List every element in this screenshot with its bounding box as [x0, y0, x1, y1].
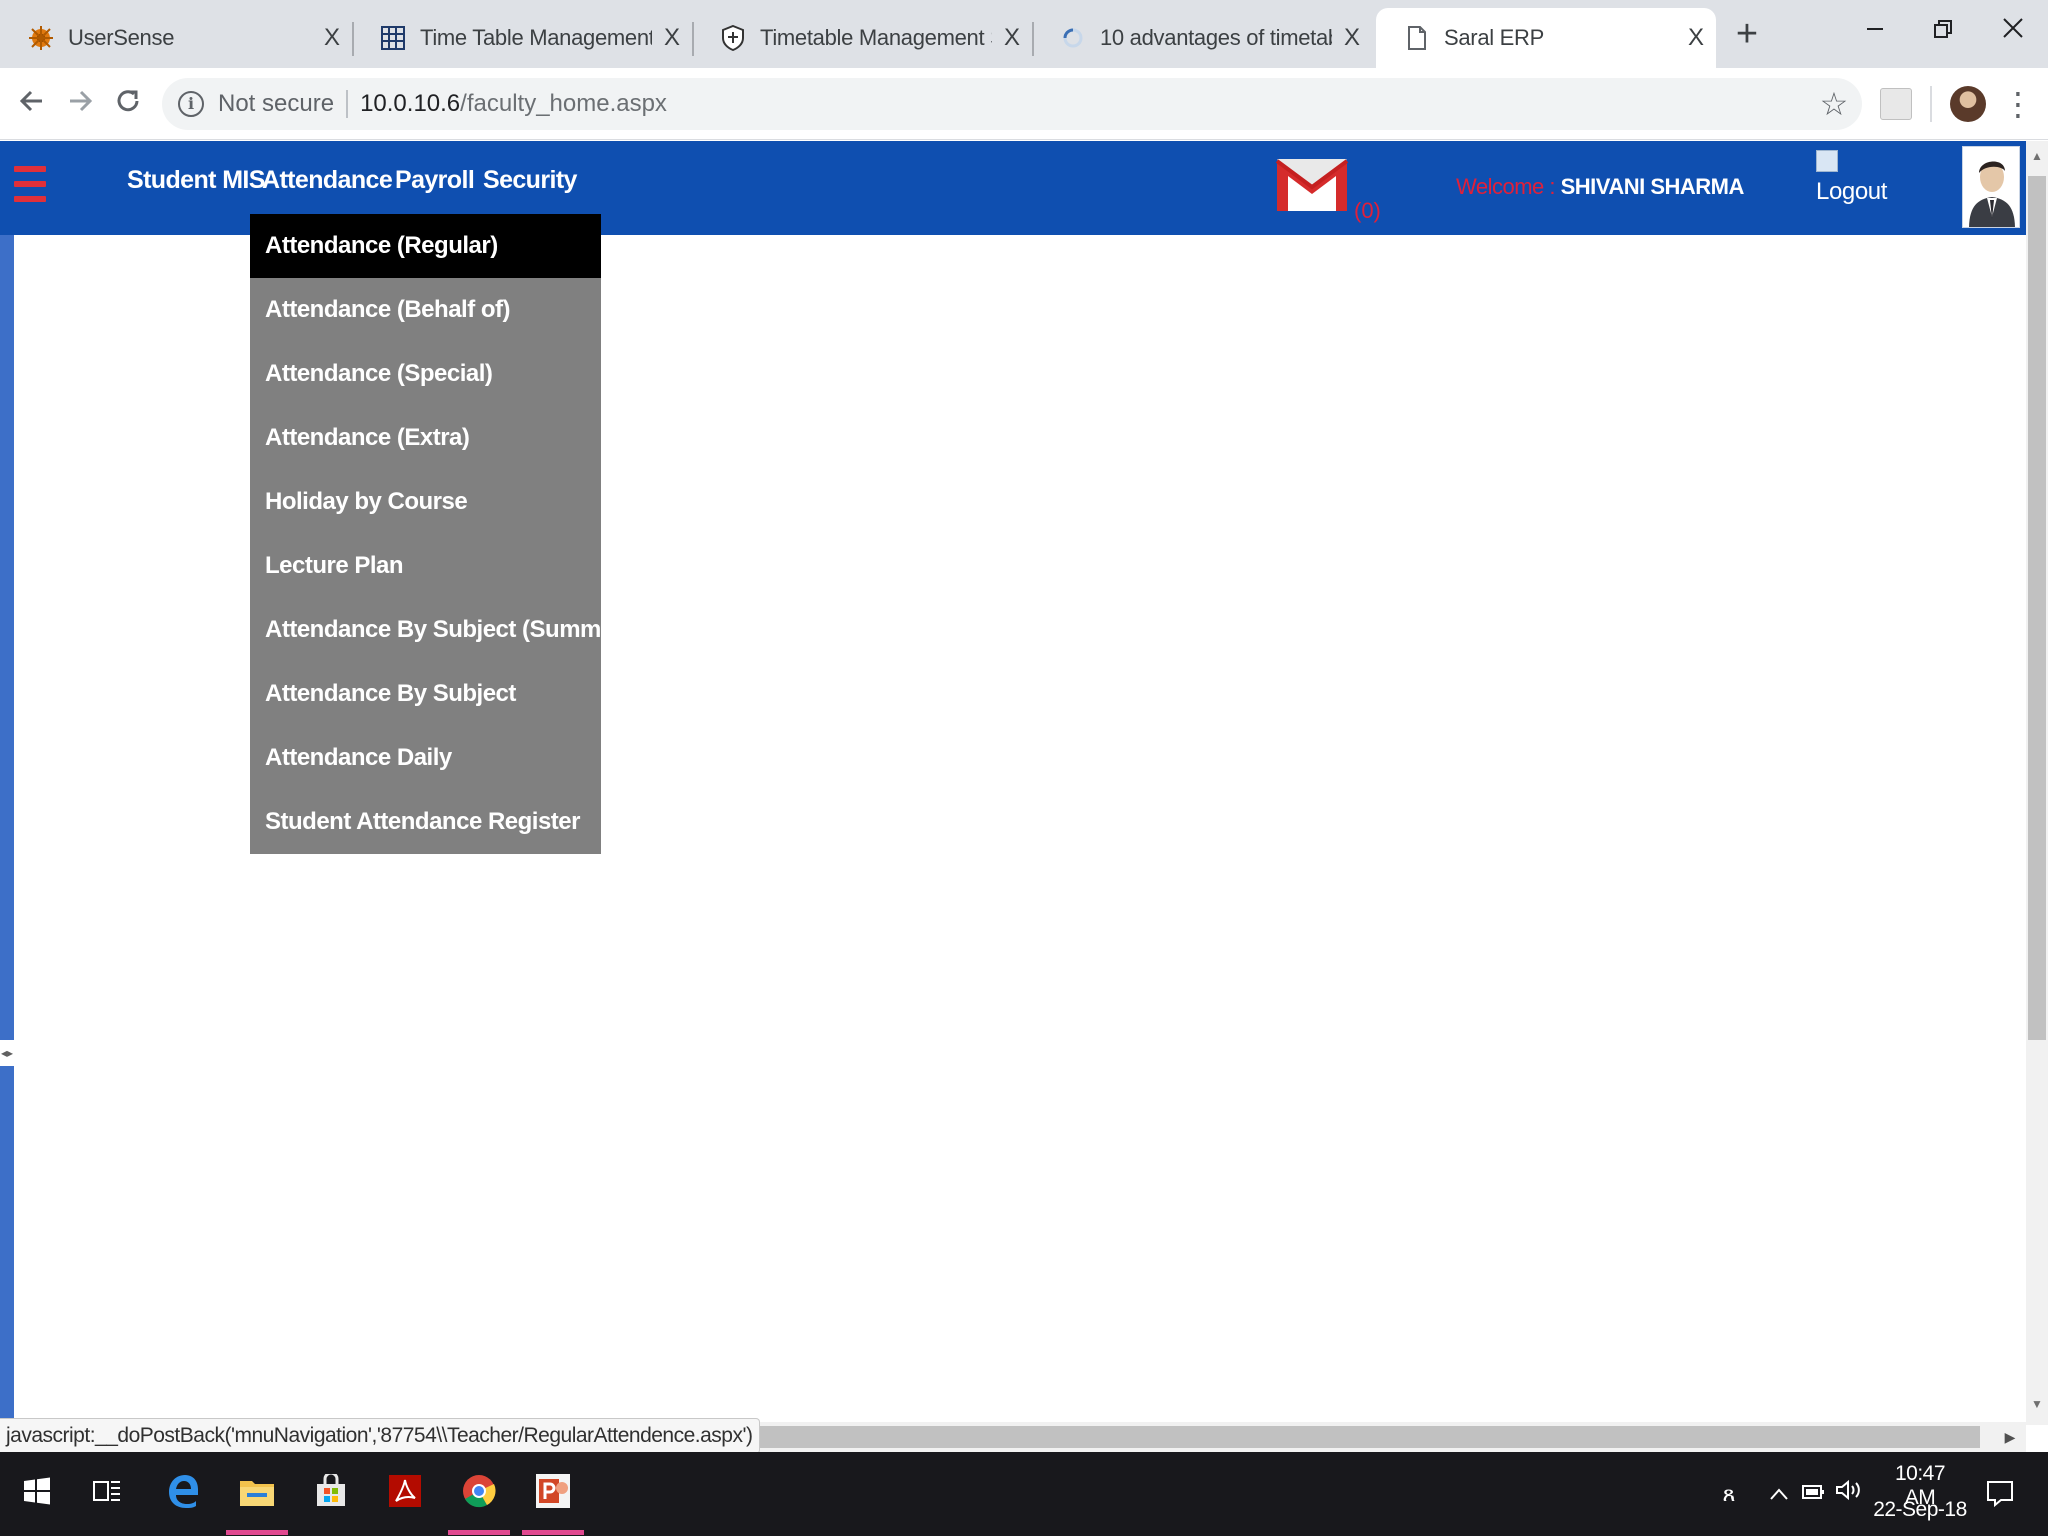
- forward-icon[interactable]: [58, 82, 102, 126]
- powerpoint-icon[interactable]: [530, 1468, 576, 1514]
- address-bar[interactable]: i Not secure 10.0.10.6 /faculty_home.asp…: [162, 78, 1862, 130]
- nav-payroll[interactable]: Payroll: [395, 160, 475, 200]
- link-status-bar: javascript:__doPostBack('mnuNavigation',…: [0, 1418, 760, 1454]
- welcome-message: Welcome : SHIVANI SHARMA: [1456, 174, 1744, 200]
- info-icon[interactable]: i: [178, 91, 204, 117]
- clock-date[interactable]: 22-Sep-18: [1872, 1498, 1968, 1522]
- horizontal-scrollbar-thumb[interactable]: [676, 1426, 1980, 1448]
- chrome-browser-icon[interactable]: [456, 1468, 502, 1514]
- nav-security[interactable]: Security: [483, 160, 577, 200]
- menu-item-attendance-extra[interactable]: Attendance (Extra): [250, 406, 601, 470]
- scroll-right-arrow-icon[interactable]: ▶: [1998, 1426, 2022, 1448]
- volume-icon[interactable]: [1834, 1478, 1866, 1510]
- tab-title: Timetable Management Syster: [760, 25, 992, 50]
- store-icon[interactable]: [308, 1468, 354, 1514]
- menu-item-attendance-daily[interactable]: Attendance Daily: [250, 726, 601, 790]
- battery-icon[interactable]: [1798, 1478, 1828, 1510]
- tab-title: 10 advantages of timetable ma: [1100, 25, 1332, 50]
- notification-center-icon[interactable]: [1982, 1478, 2018, 1510]
- bookmark-star-icon[interactable]: ☆: [1814, 84, 1854, 124]
- logout-link[interactable]: Logout: [1816, 178, 1887, 206]
- tab-time-table-management[interactable]: Time Table Management Syste X: [352, 8, 692, 68]
- tab-close-button[interactable]: X: [1676, 24, 1716, 52]
- tab-title: Saral ERP: [1444, 25, 1545, 50]
- reload-icon[interactable]: [106, 82, 150, 126]
- people-icon[interactable]: ጸ: [1714, 1478, 1744, 1510]
- attendance-dropdown-menu: Attendance (Regular) Attendance (Behalf …: [250, 214, 643, 854]
- tab-timetable-management[interactable]: Timetable Management Syster X: [692, 8, 1032, 68]
- tab-title: UserSense: [68, 25, 175, 50]
- extension-icon[interactable]: [1880, 88, 1912, 120]
- page-icon: [1404, 25, 1430, 51]
- url-host: 10.0.10.6: [360, 90, 461, 117]
- loading-icon: [1060, 25, 1086, 51]
- taskbar-running-indicator: [226, 1530, 288, 1535]
- taskbar-running-indicator: [448, 1530, 510, 1535]
- mail-icon[interactable]: [1275, 158, 1349, 212]
- user-avatar[interactable]: [1962, 146, 2020, 228]
- tab-title: Time Table Management Syste: [420, 25, 652, 50]
- left-sidebar-edge: [0, 235, 14, 1425]
- minimize-icon[interactable]: [1846, 8, 1904, 52]
- new-tab-button[interactable]: +: [1726, 12, 1768, 56]
- toolbar-divider: [1930, 86, 1932, 122]
- tab-close-button[interactable]: X: [652, 24, 692, 52]
- hamburger-menu-icon[interactable]: [14, 166, 46, 216]
- tab-saral-erp[interactable]: Saral ERP X: [1376, 8, 1716, 68]
- nav-student-mis[interactable]: Student MIS: [127, 160, 265, 200]
- back-icon[interactable]: [10, 82, 54, 126]
- menu-item-lecture-plan[interactable]: Lecture Plan: [250, 534, 601, 598]
- browser-menu-icon[interactable]: ⋮: [2002, 84, 2034, 124]
- menu-item-attendance-behalf-of[interactable]: Attendance (Behalf of): [250, 278, 601, 342]
- scroll-up-arrow-icon[interactable]: ▲: [2028, 146, 2046, 166]
- file-explorer-icon[interactable]: [234, 1468, 280, 1514]
- menu-item-attendance-by-subject-summary[interactable]: Attendance By Subject (Summary): [250, 598, 643, 662]
- tab-timetable-advantages[interactable]: 10 advantages of timetable ma X: [1032, 8, 1372, 68]
- grid-icon: [380, 25, 406, 51]
- sidebar-expand-handle[interactable]: ◂▸: [0, 1040, 14, 1066]
- address-divider: [346, 90, 349, 118]
- menu-item-student-attendance-register[interactable]: Student Attendance Register: [250, 790, 601, 854]
- shield-icon: [720, 25, 746, 51]
- menu-item-attendance-by-subject[interactable]: Attendance By Subject: [250, 662, 601, 726]
- tab-close-button[interactable]: X: [312, 24, 352, 52]
- windows-start-icon[interactable]: [14, 1468, 60, 1514]
- security-label: Not secure: [218, 90, 335, 117]
- profile-avatar-icon[interactable]: [1950, 86, 1986, 122]
- tab-close-button[interactable]: X: [1332, 24, 1372, 52]
- tab-close-button[interactable]: X: [992, 24, 1032, 52]
- vertical-scrollbar-thumb[interactable]: [2028, 176, 2046, 1040]
- tab-usersense[interactable]: UserSense X: [0, 8, 352, 68]
- menu-item-attendance-regular[interactable]: Attendance (Regular): [250, 214, 601, 278]
- broken-image-icon: [1816, 150, 1838, 172]
- usersense-icon: [28, 25, 54, 51]
- edge-browser-icon[interactable]: [160, 1468, 206, 1514]
- task-view-icon[interactable]: [84, 1468, 130, 1514]
- menu-item-attendance-special[interactable]: Attendance (Special): [250, 342, 601, 406]
- nav-attendance[interactable]: Attendance: [262, 160, 393, 200]
- scroll-down-arrow-icon[interactable]: ▼: [2028, 1394, 2046, 1414]
- chevron-up-icon[interactable]: [1766, 1478, 1792, 1510]
- user-name: SHIVANI SHARMA: [1560, 174, 1745, 199]
- window-close-icon[interactable]: [1984, 8, 2042, 52]
- welcome-label: Welcome :: [1456, 174, 1561, 199]
- restore-icon[interactable]: [1914, 8, 1972, 52]
- url-path: /faculty_home.aspx: [460, 90, 667, 117]
- acrobat-reader-icon[interactable]: [382, 1468, 428, 1514]
- mail-count-badge: (0): [1354, 198, 1381, 223]
- menu-item-holiday-by-course[interactable]: Holiday by Course: [250, 470, 601, 534]
- taskbar-running-indicator: [522, 1530, 584, 1535]
